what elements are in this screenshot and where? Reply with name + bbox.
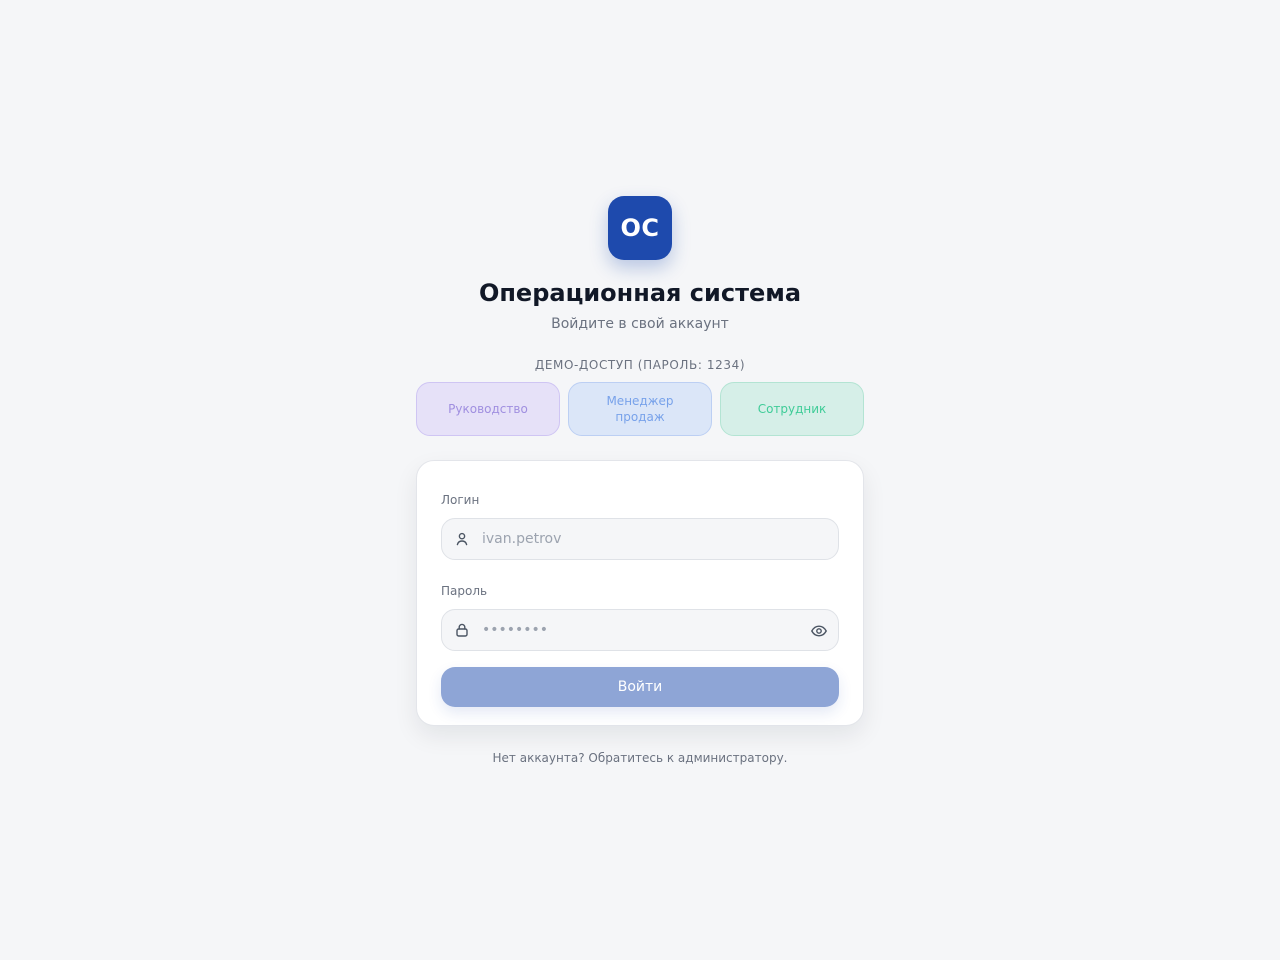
demo-role-label: Руководство [448,402,528,416]
page-title: Операционная система [478,279,802,307]
user-icon [456,532,468,546]
demo-role-sales-manager-button[interactable]: Менеджер продаж [568,382,712,436]
app-logo: ОС [608,196,672,260]
app-logo-text: ОС [620,214,660,242]
login-page: ОС Операционная система Войдите в свой а… [416,196,864,766]
page-subtitle: Войдите в свой аккаунт [551,316,729,332]
login-form: Логин Пароль Войти [416,460,864,726]
login-label: Логин [441,493,480,507]
demo-role-management-button[interactable]: Руководство [416,382,560,436]
demo-role-employee-button[interactable]: Сотрудник [720,382,864,436]
demo-access-label: ДЕМО-ДОСТУП (ПАРОЛЬ: 1234) [534,358,746,372]
login-submit-button[interactable]: Войти [441,667,839,707]
login-input[interactable] [442,519,838,559]
password-field-wrapper [441,609,839,651]
footer-help-text: Нет аккаунта? Обратитесь к администратор… [492,751,788,765]
lock-icon [456,623,468,637]
login-field-wrapper [441,518,839,560]
demo-role-label: Сотрудник [757,402,827,416]
password-input[interactable] [442,610,838,650]
password-label: Пароль [441,584,488,598]
demo-role-buttons: Руководство Менеджер продаж Сотрудник [416,382,864,436]
eye-icon[interactable] [810,622,828,640]
demo-role-label: Менеджер продаж [606,394,674,424]
